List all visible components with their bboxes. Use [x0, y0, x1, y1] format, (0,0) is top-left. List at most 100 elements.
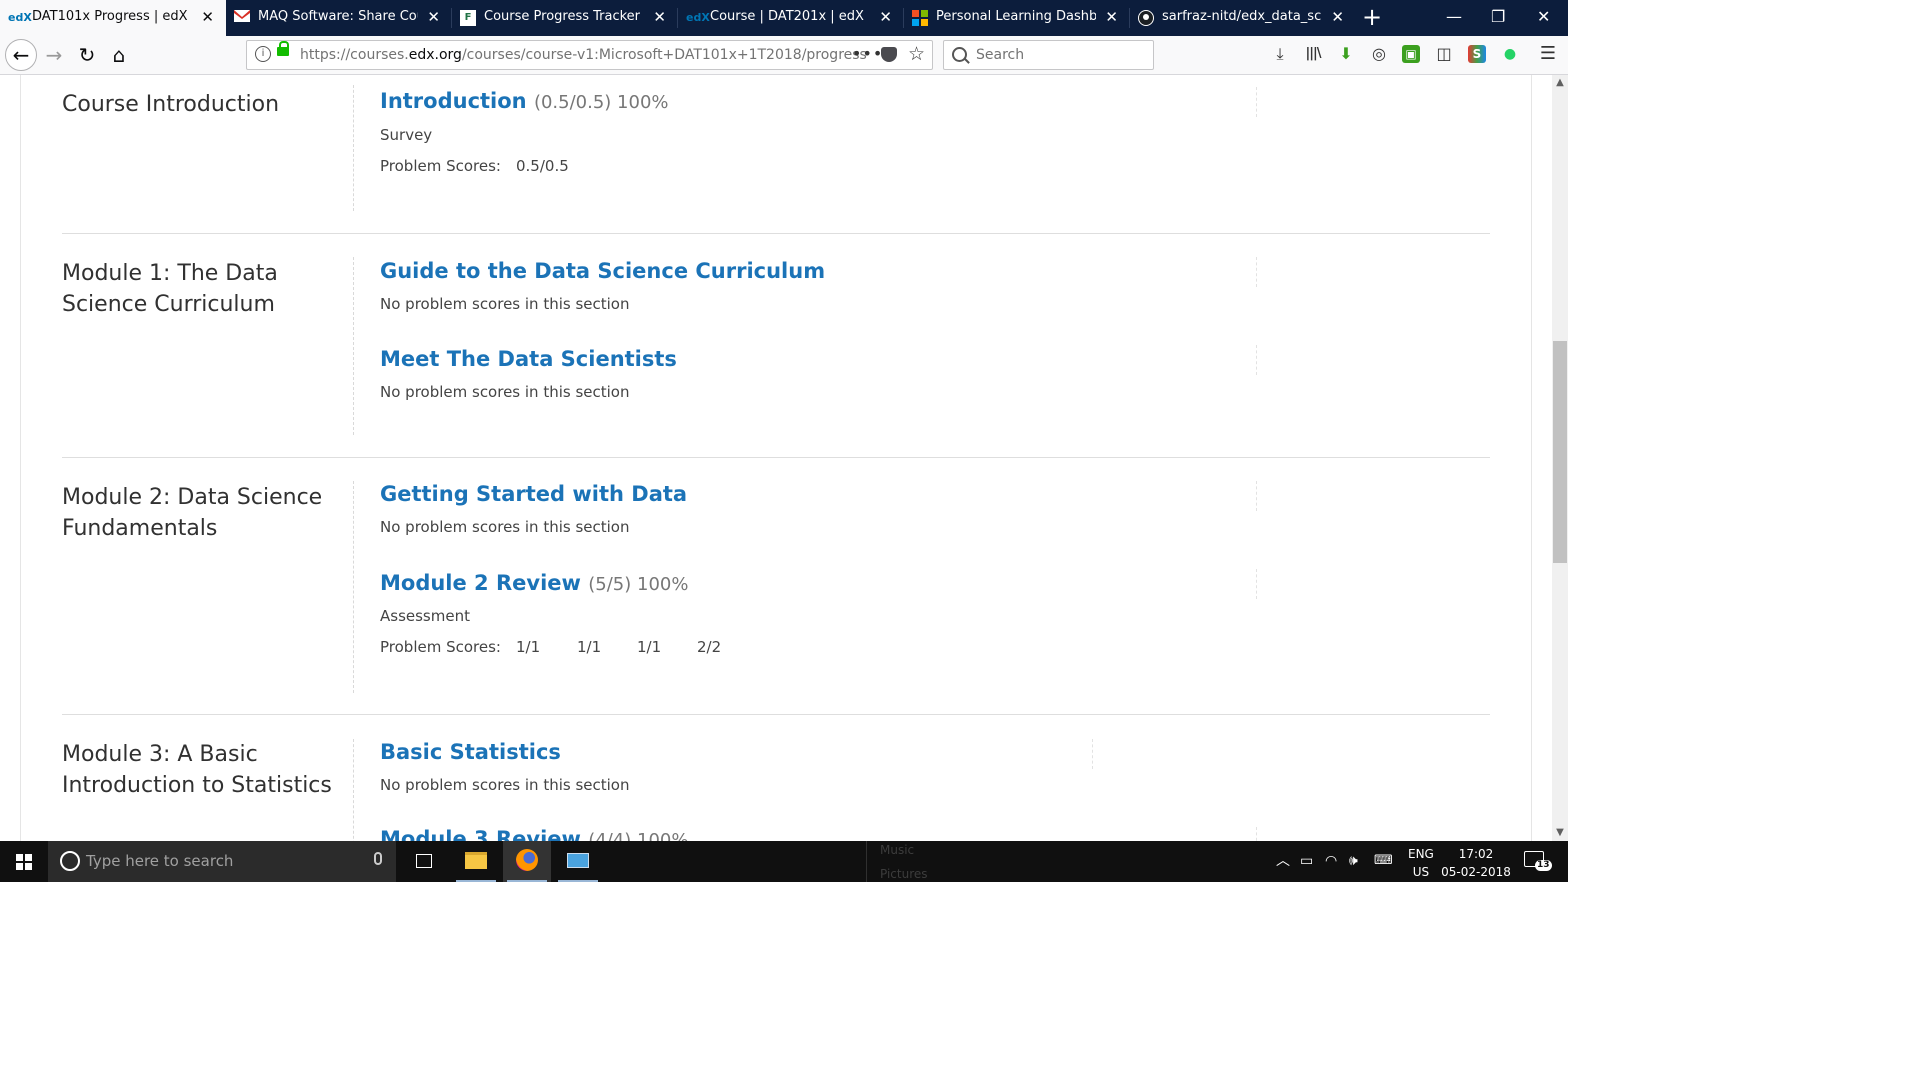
tab-course-tracker[interactable]: F Course Progress Tracker ✕	[452, 0, 678, 36]
control-panel-button[interactable]	[554, 841, 602, 882]
section-getting-started[interactable]: Getting Started with Data	[380, 482, 687, 506]
section-title[interactable]: Module 3 Review	[380, 827, 581, 841]
chapter-title: Module 3: A Basic Introduction to Statis…	[62, 742, 332, 798]
search-placeholder: Search	[976, 47, 1025, 63]
vertical-scrollbar[interactable]: ▲ ▼	[1552, 75, 1568, 841]
screenshot-icon[interactable]: ◎	[1370, 45, 1388, 63]
section-module3-review[interactable]: Module 3 Review (4/4) 100%	[380, 827, 688, 841]
section-type: Survey	[380, 126, 433, 144]
tab-title: Personal Learning Dashboard |	[936, 9, 1096, 24]
lock-icon[interactable]	[277, 41, 289, 56]
cortana-icon	[60, 851, 80, 871]
tab-gmail[interactable]: MAQ Software: Share Course P ✕	[226, 0, 452, 36]
start-button[interactable]	[0, 841, 48, 882]
section-note: No problem scores in this section	[380, 295, 630, 313]
forms-icon: F	[460, 10, 476, 26]
battery-icon[interactable]: ▭	[1300, 853, 1313, 869]
clock-time: 17:02	[1458, 847, 1494, 861]
section-note: No problem scores in this section	[380, 776, 630, 794]
edx-icon: edX	[686, 11, 710, 24]
whatsapp-icon[interactable]: ●	[1501, 45, 1519, 63]
section-module2-review[interactable]: Module 2 Review (5/5) 100%	[380, 571, 688, 595]
close-icon[interactable]: ✕	[1105, 8, 1118, 26]
problem-score: 1/1	[516, 638, 541, 656]
section-guide-curriculum[interactable]: Guide to the Data Science Curriculum	[380, 259, 825, 283]
reload-icon[interactable]: ↻	[72, 40, 102, 70]
section-title[interactable]: Introduction	[380, 89, 527, 113]
task-view-button[interactable]	[400, 841, 448, 882]
close-icon[interactable]: ✕	[1331, 8, 1344, 26]
bookmark-star-icon[interactable]: ☆	[908, 43, 925, 65]
scrollbar-thumb[interactable]	[1553, 341, 1567, 563]
sidebar-icon[interactable]: ◫	[1435, 45, 1453, 63]
tab-dat201x[interactable]: edX Course | DAT201x | edX ✕	[678, 0, 904, 36]
info-icon[interactable]: i	[255, 46, 271, 62]
close-icon[interactable]: ✕	[879, 8, 892, 26]
github-icon	[1138, 10, 1154, 26]
page-actions-icon[interactable]: •••	[852, 44, 883, 63]
url-bar[interactable]: i https://courses.edx.org/courses/course…	[246, 40, 933, 70]
minimize-icon[interactable]: —	[1446, 8, 1462, 26]
notification-icon[interactable]: 13	[1524, 851, 1552, 871]
extension-icon[interactable]: ▣	[1402, 45, 1420, 63]
menu-icon[interactable]: ☰	[1539, 45, 1557, 63]
language-indicator[interactable]: ENG US	[1408, 845, 1434, 881]
tab-learning-dashboard[interactable]: Personal Learning Dashboard | ✕	[904, 0, 1130, 36]
tab-title: MAQ Software: Share Course P	[258, 9, 418, 24]
task-view-icon	[416, 854, 432, 868]
new-tab-icon[interactable]: +	[1362, 3, 1382, 31]
wifi-icon[interactable]: ◠	[1325, 853, 1337, 869]
volume-icon[interactable]: 🕪	[1349, 853, 1358, 869]
home-icon[interactable]: ⌂	[104, 40, 134, 70]
navigation-toolbar: ← → ↻ ⌂ i https://courses.edx.org/course…	[0, 36, 1568, 75]
tab-title: DAT101x Progress | edX	[32, 9, 188, 24]
keyboard-icon[interactable]: ⌨	[1374, 853, 1393, 869]
pocket-icon[interactable]	[881, 47, 897, 62]
search-bar[interactable]: Search	[943, 40, 1154, 70]
close-icon[interactable]: ✕	[201, 8, 214, 26]
restore-icon[interactable]: ❐	[1491, 8, 1505, 26]
problem-scores-label: Problem Scores:	[380, 157, 501, 175]
windows-taskbar: Type here to search Music Pictures ︿ ▭ ◠…	[0, 841, 1568, 882]
chapter-title: Module 2: Data Science Fundamentals	[62, 485, 323, 541]
section-basic-statistics[interactable]: Basic Statistics	[380, 740, 561, 764]
language-code: ENG	[1408, 847, 1434, 861]
firefox-button[interactable]	[503, 841, 551, 882]
section-type: Assessment	[380, 607, 470, 625]
forward-icon[interactable]: →	[39, 40, 69, 70]
url-text[interactable]: https://courses.edx.org/courses/course-v…	[300, 47, 867, 63]
notification-count: 13	[1535, 860, 1552, 871]
download-icon[interactable]: ⤓	[1271, 45, 1289, 63]
ghost-item: Pictures	[880, 867, 928, 881]
section-meet-data-scientists[interactable]: Meet The Data Scientists	[380, 347, 677, 371]
control-panel-icon	[567, 853, 589, 868]
microphone-icon[interactable]	[374, 852, 382, 865]
taskbar-search[interactable]: Type here to search	[48, 841, 396, 882]
microsoft-icon	[912, 10, 928, 26]
tab-title: Course Progress Tracker	[484, 9, 641, 24]
section-title[interactable]: Module 2 Review	[380, 571, 581, 595]
back-icon[interactable]: ←	[5, 39, 37, 71]
extension-s-icon[interactable]: S	[1468, 45, 1486, 63]
close-window-icon[interactable]: ✕	[1537, 8, 1550, 26]
tab-edx-progress[interactable]: edX DAT101x Progress | edX ✕	[0, 0, 226, 36]
download-helper-icon[interactable]: ⬇	[1337, 45, 1355, 63]
tab-title: Course | DAT201x | edX	[710, 9, 864, 24]
tab-github[interactable]: sarfraz-nitd/edx_data_science ✕	[1130, 0, 1356, 36]
section-score: (4/4) 100%	[588, 830, 689, 841]
scroll-up-icon[interactable]: ▲	[1552, 75, 1568, 91]
section-score: (0.5/0.5) 100%	[533, 92, 669, 113]
edx-icon: edX	[8, 11, 32, 24]
file-explorer-button[interactable]	[452, 841, 500, 882]
taskbar-search-placeholder: Type here to search	[86, 852, 234, 870]
chevron-up-icon[interactable]: ︿	[1276, 853, 1290, 869]
tab-strip: edX DAT101x Progress | edX ✕ MAQ Softwar…	[0, 0, 1568, 36]
close-icon[interactable]: ✕	[427, 8, 440, 26]
close-icon[interactable]: ✕	[653, 8, 666, 26]
ghost-item: Music	[880, 843, 915, 857]
problem-score: 1/1	[637, 638, 662, 656]
system-clock[interactable]: 17:02 05-02-2018	[1440, 845, 1512, 881]
scroll-down-icon[interactable]: ▼	[1552, 825, 1568, 841]
library-icon[interactable]: |||\	[1304, 45, 1322, 63]
section-introduction[interactable]: Introduction (0.5/0.5) 100%	[380, 89, 669, 113]
